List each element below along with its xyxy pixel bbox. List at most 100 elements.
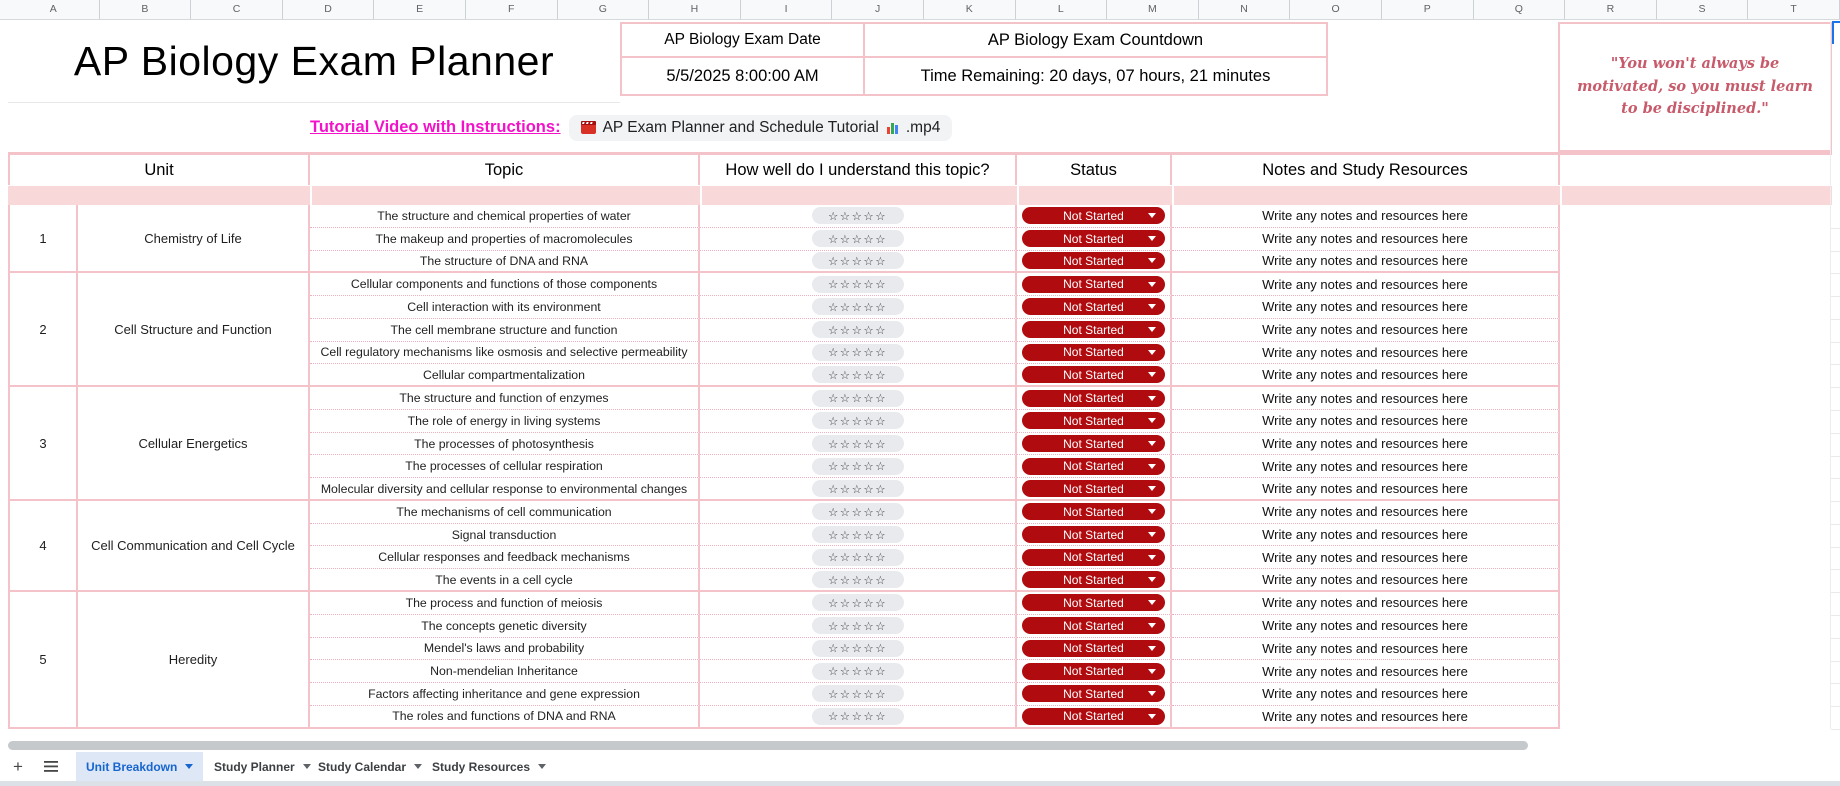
notes-cell[interactable]: Write any notes and resources here <box>1172 683 1560 706</box>
notes-cell[interactable]: Write any notes and resources here <box>1172 296 1560 319</box>
status-dropdown[interactable]: Not Started <box>1022 412 1165 430</box>
sheet-tab-unit-breakdown[interactable]: Unit Breakdown <box>76 752 204 781</box>
star-rating-dropdown[interactable]: ☆☆☆☆☆ <box>811 594 904 612</box>
notes-cell[interactable]: Write any notes and resources here <box>1172 273 1560 297</box>
unit-name-cell[interactable]: Cell Communication and Cell Cycle <box>78 500 310 593</box>
tutorial-video-chip[interactable]: AP Exam Planner and Schedule Tutorial .m… <box>568 114 953 141</box>
star-rating-dropdown[interactable]: ☆☆☆☆☆ <box>811 298 904 316</box>
topic-cell[interactable]: Cell interaction with its environment <box>310 296 700 319</box>
column-header-i[interactable]: I <box>741 0 833 19</box>
all-sheets-menu-button[interactable] <box>40 752 62 781</box>
notes-cell[interactable]: Write any notes and resources here <box>1172 409 1560 433</box>
notes-cell[interactable]: Write any notes and resources here <box>1172 478 1560 501</box>
star-rating-dropdown[interactable]: ☆☆☆☆☆ <box>811 321 904 339</box>
notes-cell[interactable]: Write any notes and resources here <box>1172 432 1560 456</box>
status-dropdown[interactable]: Not Started <box>1022 571 1165 589</box>
column-header-n[interactable]: N <box>1199 0 1291 19</box>
notes-cell[interactable]: Write any notes and resources here <box>1172 341 1560 365</box>
notes-cell[interactable]: Write any notes and resources here <box>1172 318 1560 342</box>
star-rating-dropdown[interactable]: ☆☆☆☆☆ <box>811 412 904 430</box>
notes-cell[interactable]: Write any notes and resources here <box>1172 546 1560 570</box>
status-dropdown[interactable]: Not Started <box>1022 548 1165 566</box>
notes-cell[interactable]: Write any notes and resources here <box>1172 364 1560 388</box>
unit-number-cell[interactable]: 1 <box>8 205 78 274</box>
status-dropdown[interactable]: Not Started <box>1022 230 1165 248</box>
unit-name-cell[interactable]: Cell Structure and Function <box>78 273 310 388</box>
star-rating-dropdown[interactable]: ☆☆☆☆☆ <box>811 480 904 498</box>
column-header-e[interactable]: E <box>374 0 466 19</box>
star-rating-dropdown[interactable]: ☆☆☆☆☆ <box>811 639 904 657</box>
star-rating-dropdown[interactable]: ☆☆☆☆☆ <box>811 617 904 635</box>
unit-name-cell[interactable]: Heredity <box>78 592 310 729</box>
status-dropdown[interactable]: Not Started <box>1022 707 1165 725</box>
star-rating-dropdown[interactable]: ☆☆☆☆☆ <box>811 503 904 521</box>
notes-cell[interactable]: Write any notes and resources here <box>1172 569 1560 593</box>
notes-cell[interactable]: Write any notes and resources here <box>1172 387 1560 410</box>
topic-cell[interactable]: The process and function of meiosis <box>310 592 700 615</box>
status-dropdown[interactable]: Not Started <box>1022 617 1165 635</box>
notes-cell[interactable]: Write any notes and resources here <box>1172 250 1560 274</box>
star-rating-dropdown[interactable]: ☆☆☆☆☆ <box>811 707 904 725</box>
star-rating-dropdown[interactable]: ☆☆☆☆☆ <box>811 435 904 453</box>
add-sheet-button[interactable]: + <box>8 752 28 781</box>
star-rating-dropdown[interactable]: ☆☆☆☆☆ <box>811 252 904 270</box>
topic-cell[interactable]: The structure and chemical properties of… <box>310 205 700 228</box>
topic-cell[interactable]: Cell regulatory mechanisms like osmosis … <box>310 341 700 365</box>
topic-cell[interactable]: Factors affecting inheritance and gene e… <box>310 683 700 706</box>
column-header-l[interactable]: L <box>1016 0 1108 19</box>
star-rating-dropdown[interactable]: ☆☆☆☆☆ <box>811 548 904 566</box>
star-rating-dropdown[interactable]: ☆☆☆☆☆ <box>811 389 904 407</box>
status-dropdown[interactable]: Not Started <box>1022 639 1165 657</box>
status-dropdown[interactable]: Not Started <box>1022 343 1165 361</box>
notes-cell[interactable]: Write any notes and resources here <box>1172 205 1560 228</box>
sheet-tab-study-resources[interactable]: Study Resources <box>422 752 556 781</box>
topic-cell[interactable]: Cellular compartmentalization <box>310 364 700 388</box>
topic-cell[interactable]: The role of energy in living systems <box>310 409 700 433</box>
topic-cell[interactable]: The mechanisms of cell communication <box>310 500 700 524</box>
topic-cell[interactable]: The makeup and properties of macromolecu… <box>310 227 700 251</box>
status-dropdown[interactable]: Not Started <box>1022 207 1165 225</box>
topic-cell[interactable]: Mendel's laws and probability <box>310 637 700 661</box>
star-rating-dropdown[interactable]: ☆☆☆☆☆ <box>811 366 904 384</box>
unit-name-cell[interactable]: Cellular Energetics <box>78 387 310 501</box>
status-dropdown[interactable]: Not Started <box>1022 275 1165 293</box>
column-header-q[interactable]: Q <box>1474 0 1566 19</box>
horizontal-scrollbar[interactable] <box>8 741 1528 750</box>
column-header-s[interactable]: S <box>1657 0 1749 19</box>
unit-number-cell[interactable]: 5 <box>8 592 78 729</box>
topic-cell[interactable]: Signal transduction <box>310 523 700 547</box>
unit-number-cell[interactable]: 2 <box>8 273 78 388</box>
column-header-k[interactable]: K <box>924 0 1016 19</box>
column-header-j[interactable]: J <box>832 0 924 19</box>
notes-cell[interactable]: Write any notes and resources here <box>1172 637 1560 661</box>
topic-cell[interactable]: The structure of DNA and RNA <box>310 250 700 274</box>
unit-number-cell[interactable]: 4 <box>8 500 78 593</box>
status-dropdown[interactable]: Not Started <box>1022 457 1165 475</box>
column-header-d[interactable]: D <box>283 0 375 19</box>
star-rating-dropdown[interactable]: ☆☆☆☆☆ <box>811 457 904 475</box>
status-dropdown[interactable]: Not Started <box>1022 503 1165 521</box>
column-header-f[interactable]: F <box>466 0 558 19</box>
column-header-a[interactable]: A <box>8 0 100 19</box>
column-header-p[interactable]: P <box>1382 0 1474 19</box>
status-dropdown[interactable]: Not Started <box>1022 480 1165 498</box>
topic-cell[interactable]: Non-mendelian Inheritance <box>310 660 700 684</box>
topic-cell[interactable]: The processes of cellular respiration <box>310 455 700 479</box>
star-rating-dropdown[interactable]: ☆☆☆☆☆ <box>811 571 904 589</box>
status-dropdown[interactable]: Not Started <box>1022 594 1165 612</box>
star-rating-dropdown[interactable]: ☆☆☆☆☆ <box>811 343 904 361</box>
sheet-tab-study-calendar[interactable]: Study Calendar <box>308 752 432 781</box>
topic-cell[interactable]: The events in a cell cycle <box>310 569 700 593</box>
topic-cell[interactable]: The structure and function of enzymes <box>310 387 700 410</box>
status-dropdown[interactable]: Not Started <box>1022 389 1165 407</box>
status-dropdown[interactable]: Not Started <box>1022 252 1165 270</box>
column-header-c[interactable]: C <box>191 0 283 19</box>
star-rating-dropdown[interactable]: ☆☆☆☆☆ <box>811 662 904 680</box>
notes-cell[interactable]: Write any notes and resources here <box>1172 500 1560 524</box>
column-header-r[interactable]: R <box>1565 0 1657 19</box>
notes-cell[interactable]: Write any notes and resources here <box>1172 614 1560 638</box>
topic-cell[interactable]: The roles and functions of DNA and RNA <box>310 705 700 729</box>
column-header-m[interactable]: M <box>1107 0 1199 19</box>
notes-cell[interactable]: Write any notes and resources here <box>1172 523 1560 547</box>
column-header-t[interactable]: T <box>1748 0 1840 19</box>
